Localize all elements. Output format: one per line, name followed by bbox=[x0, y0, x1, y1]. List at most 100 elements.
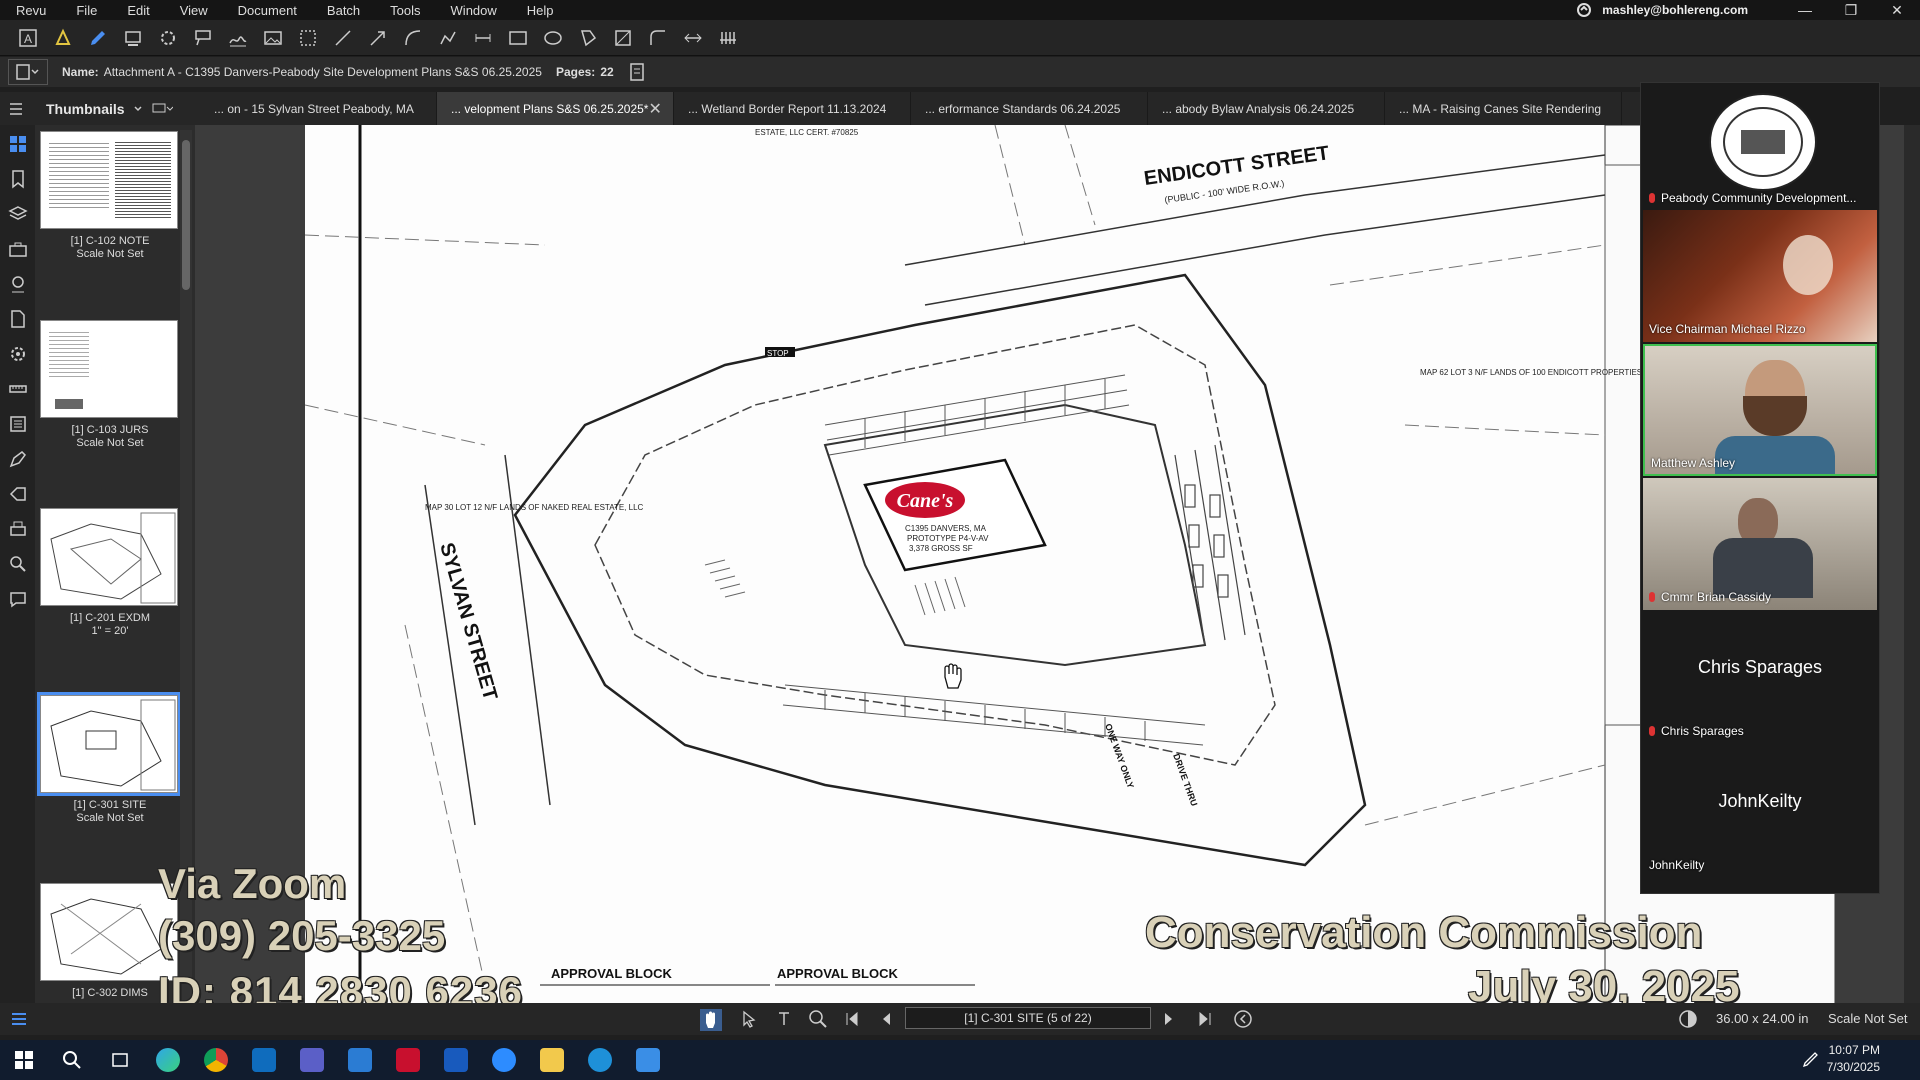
layers-panel-button[interactable] bbox=[6, 203, 30, 225]
text-box-tool[interactable]: A bbox=[12, 24, 43, 52]
taskbar-file-explorer[interactable] bbox=[528, 1040, 576, 1080]
snapshot-tool[interactable] bbox=[292, 24, 323, 52]
taskbar-search-button[interactable] bbox=[48, 1040, 96, 1080]
arc-tool[interactable] bbox=[397, 24, 428, 52]
polyline-tool[interactable] bbox=[432, 24, 463, 52]
pen-icon[interactable] bbox=[1802, 1050, 1820, 1068]
menu-help[interactable]: Help bbox=[511, 3, 568, 18]
stamp-tool[interactable] bbox=[117, 24, 148, 52]
close-icon[interactable]: ✕ bbox=[648, 99, 661, 119]
menu-tools[interactable]: Tools bbox=[374, 3, 434, 18]
menu-view[interactable]: View bbox=[164, 3, 222, 18]
page-setup-button[interactable] bbox=[8, 59, 48, 85]
menu-file[interactable]: File bbox=[60, 3, 111, 18]
stamps-button[interactable] bbox=[6, 518, 30, 540]
properties-panel-button[interactable] bbox=[6, 273, 30, 295]
menu-revu[interactable]: Revu bbox=[0, 3, 60, 18]
length-tool[interactable] bbox=[677, 24, 708, 52]
tab-site-rendering[interactable]: ... MA - Raising Canes Site Rendering bbox=[1385, 92, 1622, 125]
bookmarks-panel-button[interactable] bbox=[6, 168, 30, 190]
participant-tile-ashley[interactable]: Matthew Ashley bbox=[1643, 344, 1877, 476]
taskbar-revu[interactable] bbox=[384, 1040, 432, 1080]
line-tool[interactable] bbox=[327, 24, 358, 52]
panel-list-icon[interactable] bbox=[8, 101, 24, 117]
settings-button[interactable] bbox=[6, 343, 30, 365]
thumbnails-panel-button[interactable] bbox=[6, 133, 30, 155]
thumbnail-page-c301[interactable]: [1] C-301 SITE Scale Not Set bbox=[37, 692, 181, 825]
image-tool[interactable] bbox=[257, 24, 288, 52]
select-icon[interactable] bbox=[740, 1010, 758, 1028]
thumbnail-page-c102[interactable]: [1] C-102 NOTE Scale Not Set bbox=[40, 131, 180, 261]
text-select-icon[interactable] bbox=[775, 1010, 793, 1028]
thumbnail-size-icon[interactable] bbox=[151, 101, 173, 117]
area-measure-tool[interactable] bbox=[607, 24, 638, 52]
participant-tile-rizzo[interactable]: Vice Chairman Michael Rizzo bbox=[1643, 210, 1877, 342]
participant-tile-sparages[interactable]: Chris Sparages Chris Sparages bbox=[1643, 612, 1877, 744]
menu-document[interactable]: Document bbox=[222, 3, 311, 18]
close-button[interactable]: ✕ bbox=[1874, 2, 1920, 19]
previous-page-icon[interactable] bbox=[880, 1011, 892, 1027]
cloud-tool[interactable] bbox=[642, 24, 673, 52]
back-view-icon[interactable] bbox=[1233, 1009, 1253, 1029]
participant-tile-peabody[interactable]: Peabody Community Development... bbox=[1643, 83, 1877, 208]
task-view-button[interactable] bbox=[96, 1040, 144, 1080]
taskbar-edge-2[interactable] bbox=[576, 1040, 624, 1080]
page-indicator[interactable]: [1] C-301 SITE (5 of 22) bbox=[905, 1007, 1151, 1029]
contrast-icon[interactable] bbox=[1678, 1009, 1698, 1029]
count-tool[interactable] bbox=[712, 24, 743, 52]
menu-batch[interactable]: Batch bbox=[311, 3, 374, 18]
pen-tool[interactable] bbox=[82, 24, 113, 52]
shape-tool[interactable] bbox=[152, 24, 183, 52]
taskbar-teams[interactable] bbox=[288, 1040, 336, 1080]
markups-list-button[interactable] bbox=[6, 413, 30, 435]
taskbar-zoom[interactable] bbox=[480, 1040, 528, 1080]
rectangle-tool[interactable] bbox=[502, 24, 533, 52]
arrow-tool[interactable] bbox=[362, 24, 393, 52]
tab-sylvan-street[interactable]: ... on - 15 Sylvan Street Peabody, MA bbox=[200, 92, 437, 125]
tab-development-plans[interactable]: ... velopment Plans S&S 06.25.2025* ✕ bbox=[437, 92, 674, 125]
callout-tool[interactable] bbox=[187, 24, 218, 52]
callout-icon bbox=[194, 29, 211, 45]
first-page-icon[interactable] bbox=[845, 1011, 859, 1027]
thumbnail-page-c103[interactable]: [1] C-103 JURS Scale Not Set bbox=[40, 320, 180, 450]
chevron-down-icon[interactable] bbox=[133, 104, 143, 114]
next-page-icon[interactable] bbox=[1163, 1011, 1175, 1027]
menu-edit[interactable]: Edit bbox=[111, 3, 163, 18]
vertical-scrollbar[interactable] bbox=[1904, 125, 1920, 1015]
taskbar-outlook[interactable] bbox=[240, 1040, 288, 1080]
minimize-button[interactable]: — bbox=[1782, 2, 1828, 18]
taskbar-edge[interactable] bbox=[144, 1040, 192, 1080]
toolchest-panel-button[interactable] bbox=[6, 238, 30, 260]
menu-window[interactable]: Window bbox=[435, 3, 511, 18]
pan-hand-icon[interactable] bbox=[700, 1009, 722, 1031]
zoom-icon[interactable] bbox=[808, 1009, 828, 1029]
taskbar-app-blue[interactable] bbox=[336, 1040, 384, 1080]
participant-tile-cassidy[interactable]: Cmmr Brian Cassidy bbox=[1643, 478, 1877, 610]
search-button[interactable] bbox=[6, 553, 30, 575]
signature-tool[interactable] bbox=[222, 24, 253, 52]
taskbar-chrome[interactable] bbox=[192, 1040, 240, 1080]
taskbar-word[interactable] bbox=[432, 1040, 480, 1080]
highlight-tool[interactable] bbox=[47, 24, 78, 52]
links-button[interactable] bbox=[6, 483, 30, 505]
system-clock[interactable]: 10:07 PM 7/30/2025 bbox=[1827, 1042, 1880, 1076]
studio-button[interactable] bbox=[6, 588, 30, 610]
start-button[interactable] bbox=[0, 1040, 48, 1080]
tab-bylaw-analysis[interactable]: ... abody Bylaw Analysis 06.24.2025 bbox=[1148, 92, 1385, 125]
ellipse-tool[interactable] bbox=[537, 24, 568, 52]
maximize-button[interactable]: ❐ bbox=[1828, 2, 1874, 19]
list-icon[interactable] bbox=[10, 1010, 28, 1028]
page-properties-icon[interactable] bbox=[628, 63, 646, 81]
taskbar-app[interactable] bbox=[624, 1040, 672, 1080]
thumbnail-page-c201[interactable]: [1] C-201 EXDM 1" = 20' bbox=[40, 508, 180, 638]
participant-tile-keilty[interactable]: JohnKeilty JohnKeilty bbox=[1643, 746, 1877, 878]
user-account[interactable]: mashley@bohlereng.com bbox=[1576, 2, 1748, 18]
file-access-button[interactable] bbox=[6, 308, 30, 330]
polygon-tool[interactable] bbox=[572, 24, 603, 52]
last-page-icon[interactable] bbox=[1198, 1011, 1212, 1027]
dimension-tool[interactable] bbox=[467, 24, 498, 52]
tab-wetland-report[interactable]: ... Wetland Border Report 11.13.2024 bbox=[674, 92, 911, 125]
tab-performance-standards[interactable]: ... erformance Standards 06.24.2025 bbox=[911, 92, 1148, 125]
measurements-button[interactable] bbox=[6, 378, 30, 400]
signatures-button[interactable] bbox=[6, 448, 30, 470]
